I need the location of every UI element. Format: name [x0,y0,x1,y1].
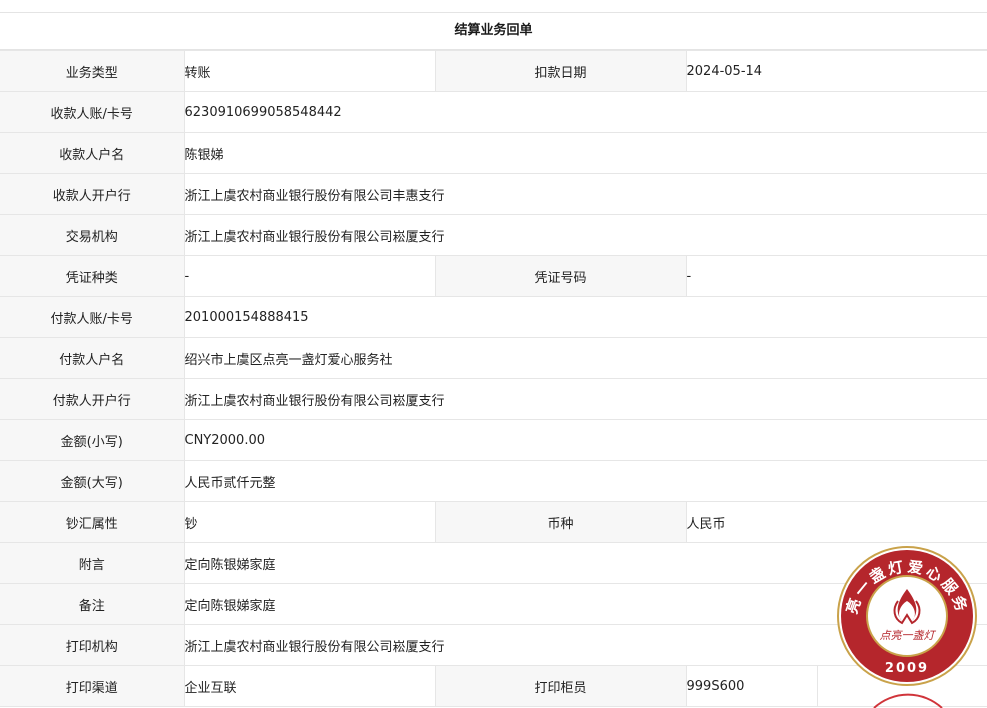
field-label: 收款人开户行 [0,173,185,215]
field-value: 浙江上虞农村商业银行股份有限公司崧厦支行 [184,214,987,256]
seal-center-text: 点亮一盏灯 [880,629,937,642]
field-value: 陈银娣 [184,132,987,174]
field-label-secondary: 打印柜员 [434,665,686,707]
field-label: 备注 [0,583,185,625]
field-label-secondary: 扣款日期 [434,50,686,92]
receipt-row: 业务类型 转账 扣款日期 2024-05-14 [0,50,987,92]
field-label: 金额(大写) [0,460,185,502]
field-label: 收款人账/卡号 [0,91,185,133]
field-value-secondary: - [685,255,987,297]
receipt-row: 凭证种类 - 凭证号码 - [0,255,987,297]
field-label-secondary: 币种 [434,501,686,543]
seal-year: 2009 [885,661,929,676]
receipt-row: 金额(大写) 人民币贰仟元整 [0,460,987,502]
field-label: 业务类型 [0,50,185,92]
field-value: 转账 [184,50,435,92]
field-label: 凭证种类 [0,255,185,297]
field-value-secondary: 999S600 [685,665,817,707]
field-value: 201000154888415 [184,296,987,338]
receipt-row: 付款人账/卡号 201000154888415 [0,296,987,338]
field-value: 人民币贰仟元整 [184,460,987,502]
settlement-receipt-page: 结算业务回单 业务类型 转账 扣款日期 2024-05-14 收款人账/卡号 623091… [0,0,987,708]
receipt-row: 钞汇属性钞币种 人民币 [0,501,987,543]
charity-seal-icon: 点亮一盏灯爱心服务社 点亮一盏灯 2009 [836,545,977,686]
receipt-row: 付款人开户行 浙江上虞农村商业银行股份有限公司崧厦支行 [0,378,987,420]
field-value: 6230910699058548442 [184,91,987,133]
field-value-secondary: 2024-05-14 [685,50,987,92]
field-value: - [184,255,435,297]
field-label: 收款人户名 [0,132,185,174]
field-label: 付款人户名 [0,337,185,379]
field-label: 付款人账/卡号 [0,296,185,338]
receipt-row: 交易机构 浙江上虞农村商业银行股份有限公司崧厦支行 [0,214,987,256]
field-label-secondary: 凭证号码 [434,255,686,297]
field-label: 金额(小写) [0,419,185,461]
field-value: CNY2000.00 [184,419,987,461]
field-value: 浙江上虞农村商业银行股份有限公司崧厦支行 [184,378,987,420]
receipt-title: 结算业务回单 [0,13,987,50]
field-value: 绍兴市上虞区点亮一盏灯爱心服务社 [184,337,987,379]
field-label: 交易机构 [0,214,185,256]
field-label: 打印机构 [0,624,185,666]
field-label: 附言 [0,542,185,584]
partial-seal-icon [873,693,943,708]
receipt-row: 收款人开户行 浙江上虞农村商业银行股份有限公司丰惠支行 [0,173,987,215]
field-value: 浙江上虞农村商业银行股份有限公司丰惠支行 [184,173,987,215]
field-value: 企业互联 [184,665,435,707]
receipt-row: 收款人户名 陈银娣 [0,132,987,174]
field-label: 付款人开户行 [0,378,185,420]
receipt-row: 收款人账/卡号 6230910699058548442 [0,91,987,133]
field-label: 钞汇属性 [0,501,185,543]
field-label: 打印渠道 [0,665,185,707]
field-value-secondary: 人民币 [685,501,987,543]
receipt-row: 付款人户名 绍兴市上虞区点亮一盏灯爱心服务社 [0,337,987,379]
receipt-row: 金额(小写) CNY2000.00 [0,419,987,461]
field-value: 钞 [184,501,435,543]
